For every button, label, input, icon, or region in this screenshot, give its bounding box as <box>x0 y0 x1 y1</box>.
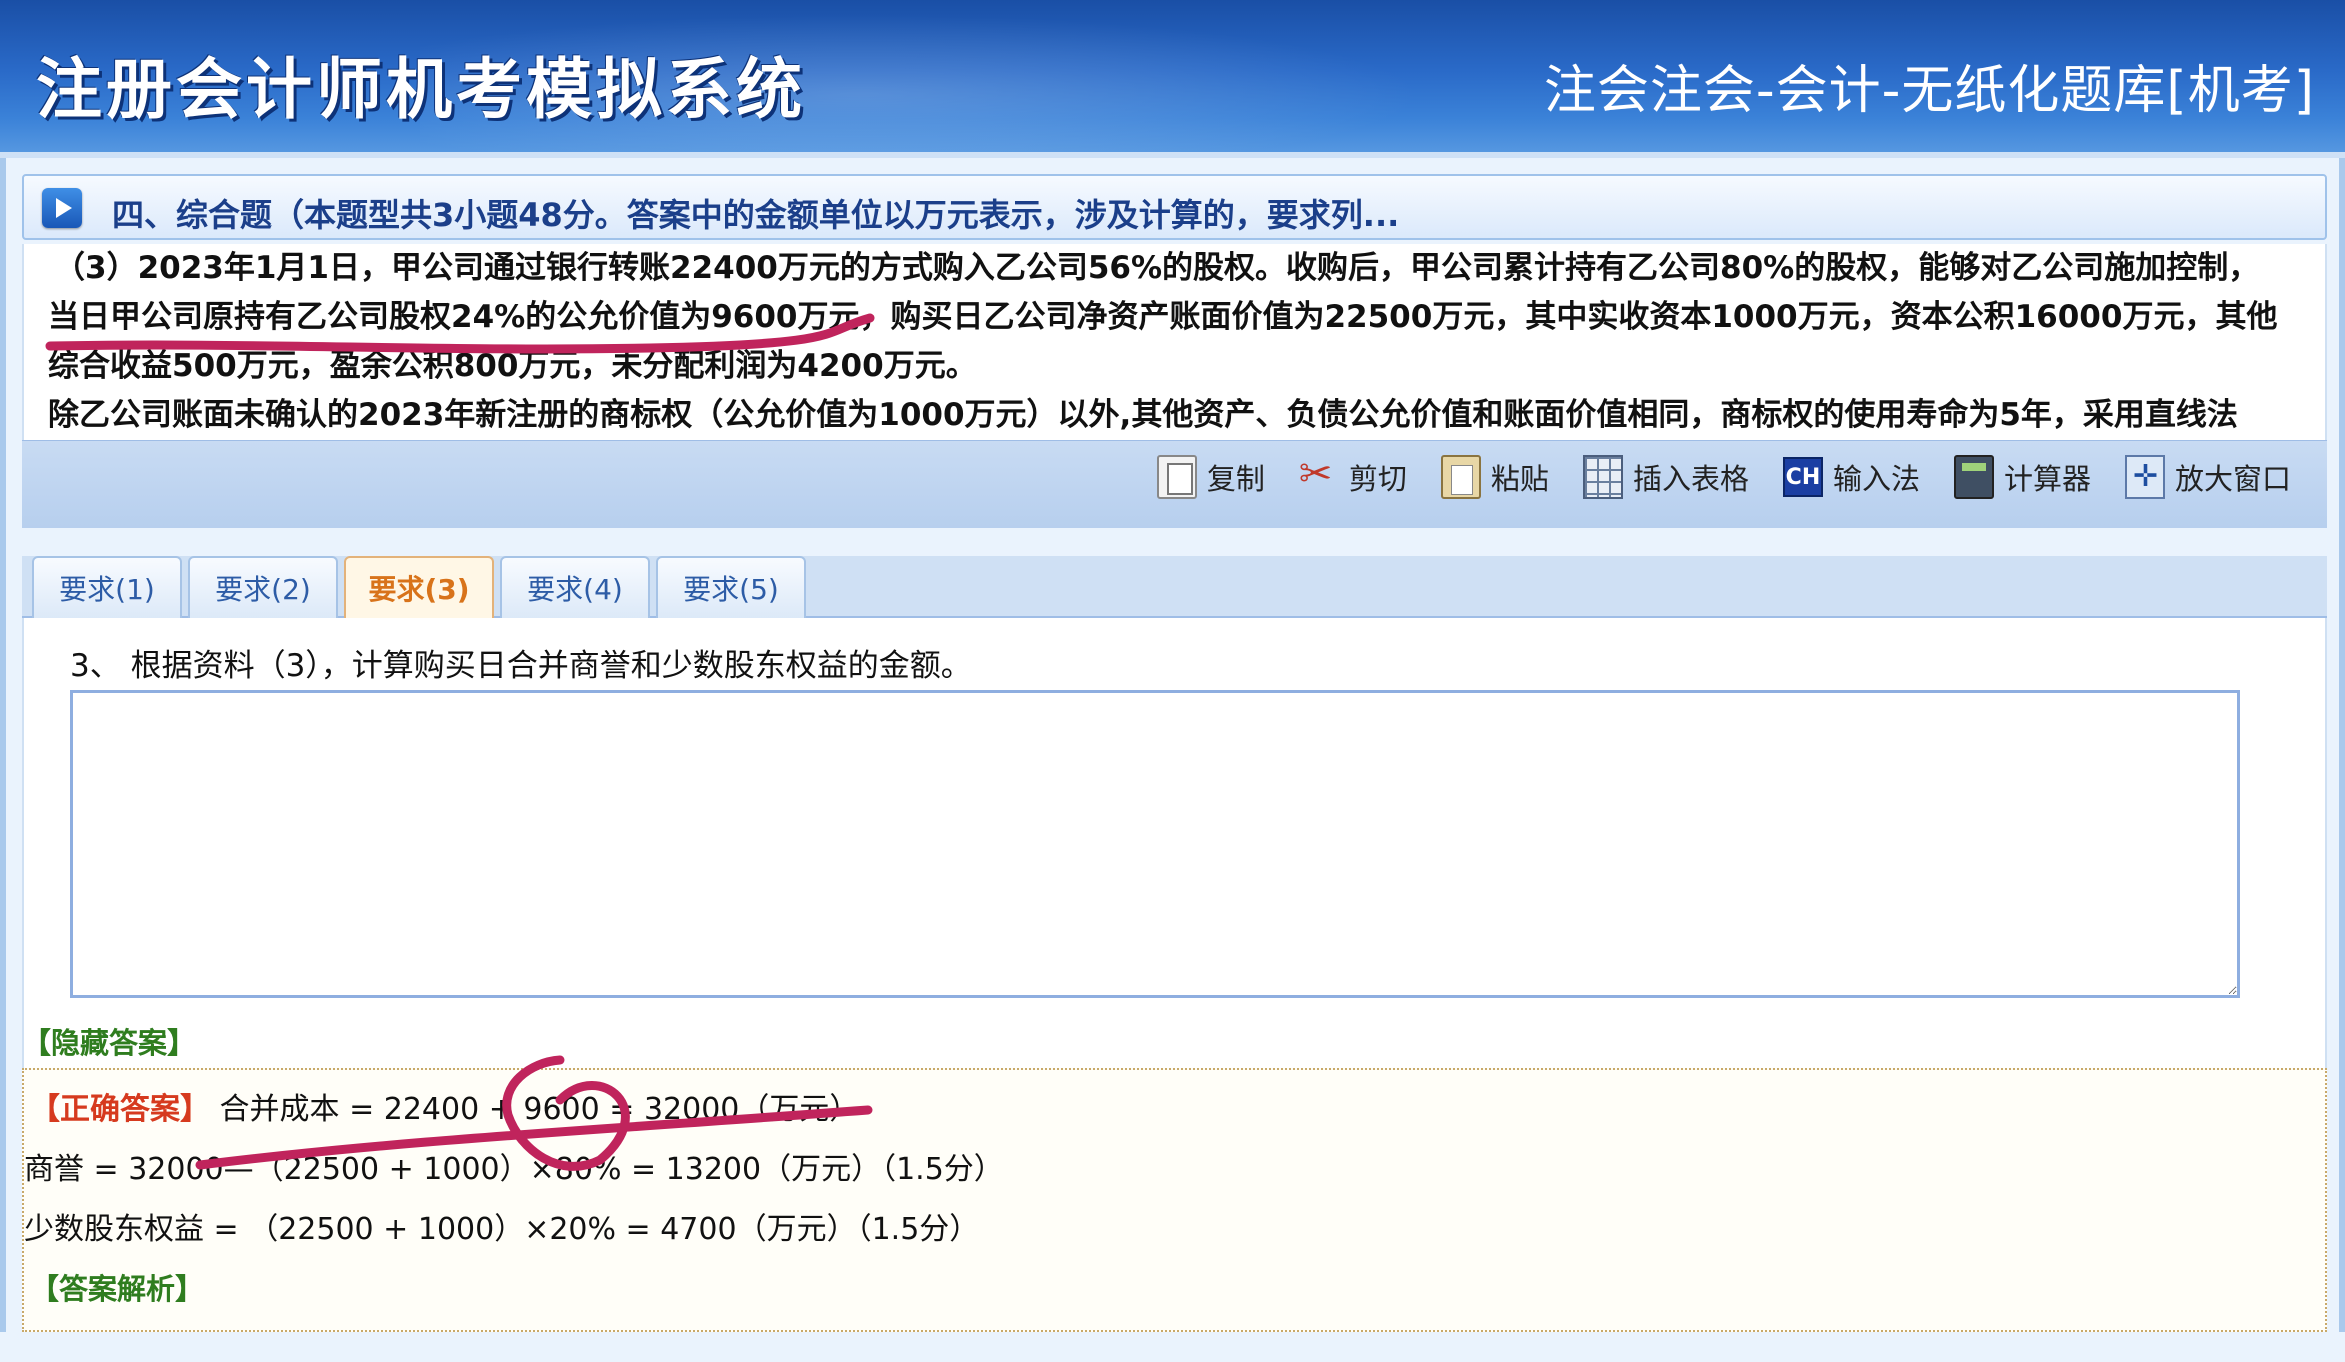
answer-input[interactable] <box>70 690 2240 998</box>
question-text: 3、 根据资料（3），计算购买日合并商誉和少数股东权益的金额。 <box>70 648 972 684</box>
answer-minority-interest: 少数股东权益 = （22500 + 1000）×20% = 4700（万元）（1… <box>24 1212 980 1247</box>
answer-panel: 【正确答案】 合并成本 = 22400 + 9600 = 32000（万元） 商… <box>22 1068 2327 1332</box>
input-method-label: 输入法 <box>1832 462 1920 496</box>
toolbar-gap <box>22 528 2327 558</box>
material-line: 综合收益500万元，盈余公积800万元，未分配利润为4200万元。 <box>48 348 977 384</box>
answer-goodwill: 商誉 = 32000—（22500 + 1000）×80% = 13200（万元… <box>24 1152 1004 1187</box>
section-title: 四、综合题（本题型共3小题48分。答案中的金额单位以万元表示，涉及计算的，要求列… <box>112 196 1400 234</box>
exam-subtitle: 注会注会-会计-无纸化题库[机考] <box>1543 61 2315 121</box>
page: 注册会计师机考模拟系统 注会注会-会计-无纸化题库[机考] 四、综合题（本题型共… <box>0 0 2345 1362</box>
insert-table-label: 插入表格 <box>1632 462 1749 496</box>
cut-button[interactable]: 剪切 <box>1299 451 1407 499</box>
scissors-icon <box>1299 451 1339 499</box>
tab-requirement-5[interactable]: 要求(5) <box>656 556 806 618</box>
calculator-button[interactable]: 计算器 <box>1953 455 2091 499</box>
bottom-band <box>0 1332 2345 1362</box>
material-text: （3）2023年1月1日，甲公司通过银行转账22400万元的方式购入乙公司56%… <box>22 244 2327 440</box>
copy-button[interactable]: 复制 <box>1156 455 1265 499</box>
maximize-icon <box>2124 455 2165 499</box>
tab-requirement-3[interactable]: 要求(3) <box>344 556 494 618</box>
material-line: 当日甲公司原持有乙公司股权24%的公允价值为9600万元，购买日乙公司净资产账面… <box>48 299 2278 335</box>
answer-merge-cost: 合并成本 = 22400 + 9600 = 32000（万元） <box>210 1092 860 1127</box>
cut-label: 剪切 <box>1348 462 1407 496</box>
answer-analysis-label: 【答案解析】 <box>30 1272 205 1306</box>
paste-icon <box>1440 455 1481 499</box>
question-panel: 3、 根据资料（3），计算购买日合并商誉和少数股东权益的金额。 <box>22 618 2327 1068</box>
section-header: 四、综合题（本题型共3小题48分。答案中的金额单位以万元表示，涉及计算的，要求列… <box>22 174 2327 240</box>
calculator-icon <box>1953 455 1994 499</box>
tab-requirement-1[interactable]: 要求(1) <box>32 556 182 618</box>
ime-icon: CH <box>1782 457 1823 497</box>
app-title: 注册会计师机考模拟系统 <box>36 51 806 128</box>
header-banner: 注册会计师机考模拟系统 注会注会-会计-无纸化题库[机考] <box>0 0 2345 158</box>
material-line: （3）2023年1月1日，甲公司通过银行转账22400万元的方式购入乙公司56%… <box>54 250 2260 286</box>
hide-answer-link[interactable]: 【隐藏答案】 <box>22 1020 196 1062</box>
material-line: 除乙公司账面未确认的2023年新注册的商标权（公允价值为1000万元）以外,其他… <box>48 397 2238 433</box>
calculator-label: 计算器 <box>2003 462 2091 496</box>
table-icon <box>1582 455 1623 499</box>
paste-button[interactable]: 粘贴 <box>1440 455 1549 499</box>
copy-icon <box>1156 455 1197 499</box>
tab-requirement-4[interactable]: 要求(4) <box>500 556 650 618</box>
editor-toolbar: 复制 剪切 粘贴 插入表格 CH 输入法 计算器 <box>22 440 2327 528</box>
requirement-tabs: 要求(1) 要求(2) 要求(3) 要求(4) 要求(5) <box>22 556 2327 618</box>
play-icon[interactable] <box>42 188 82 228</box>
tab-requirement-2[interactable]: 要求(2) <box>188 556 338 618</box>
paste-label: 粘贴 <box>1490 462 1549 496</box>
maximize-window-button[interactable]: 放大窗口 <box>2124 455 2291 499</box>
answer-line-1: 【正确答案】 合并成本 = 22400 + 9600 = 32000（万元） <box>30 1084 859 1128</box>
input-method-button[interactable]: CH 输入法 <box>1782 456 1920 498</box>
copy-label: 复制 <box>1206 462 1265 496</box>
correct-answer-label: 【正确答案】 <box>30 1092 210 1127</box>
maximize-label: 放大窗口 <box>2174 462 2291 496</box>
insert-table-button[interactable]: 插入表格 <box>1582 455 1749 499</box>
